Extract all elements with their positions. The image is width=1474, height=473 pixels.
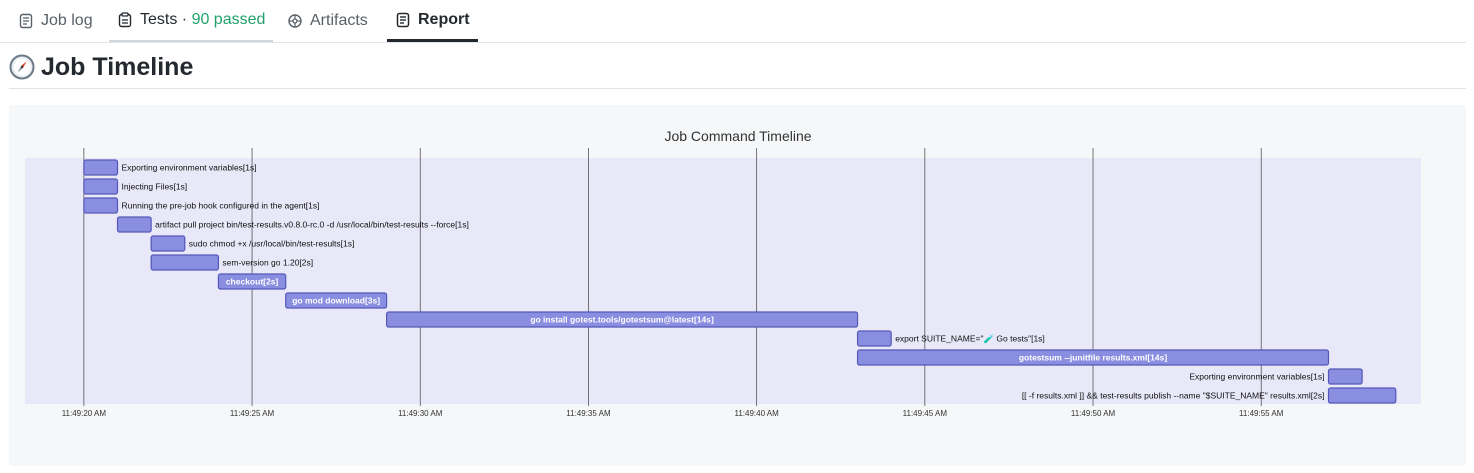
task-bar — [116, 216, 152, 233]
task-label: export SUITE_NAME="🧪 Go tests"[1s] — [895, 334, 1045, 344]
document-icon — [19, 13, 33, 29]
tab-bar: Job log Tests · 90 passed Artifacts Repo… — [0, 0, 1466, 43]
artifact-icon — [288, 14, 302, 28]
report-icon — [396, 12, 410, 27]
clipboard-icon — [118, 12, 132, 28]
page-title-text: Job Timeline — [41, 52, 194, 81]
task-label: Injecting Files[1s] — [122, 182, 188, 192]
x-tick-label: 11:49:25 AM — [230, 409, 275, 418]
compass-icon — [9, 54, 35, 80]
tab-artifacts[interactable]: Artifacts — [287, 0, 368, 42]
timeline-panel: Exporting environment variables[1s] Injec… — [9, 105, 1466, 466]
task-label: checkout[2s] — [226, 277, 279, 287]
x-tick-label: 11:49:35 AM — [566, 409, 611, 418]
x-tick-label: 11:49:55 AM — [1239, 409, 1284, 418]
tab-tests[interactable]: Tests · 90 passed — [109, 0, 274, 42]
task-bar — [83, 197, 119, 214]
task-label: Exporting environment variables[1s] — [1189, 372, 1324, 382]
task-bar — [83, 178, 119, 195]
title-divider — [9, 88, 1466, 89]
tab-tests-label: Tests · 90 passed — [140, 11, 265, 29]
tests-passed-count: 90 passed — [191, 11, 266, 28]
task-label: go mod download[3s] — [292, 296, 380, 306]
tab-job-log[interactable]: Job log — [18, 0, 93, 42]
tab-artifacts-label: Artifacts — [310, 12, 368, 29]
tab-report-label: Report — [418, 10, 470, 28]
task-bar — [83, 159, 119, 176]
x-tick-label: 11:49:45 AM — [903, 409, 948, 418]
x-tick-label: 11:49:40 AM — [734, 409, 779, 418]
x-axis-ticks: 11:49:20 AM 11:49:25 AM 11:49:30 AM 11:49:3… — [62, 409, 1284, 418]
x-tick-label: 11:49:50 AM — [1071, 409, 1116, 418]
task-label: gotestsum --junitfile results.xml[14s] — [1019, 353, 1167, 363]
task-bar — [1327, 387, 1397, 404]
x-tick-label: 11:49:30 AM — [398, 409, 443, 418]
tab-job-log-label: Job log — [41, 12, 93, 29]
tab-report[interactable]: Report — [387, 0, 478, 42]
task-bar — [150, 235, 186, 252]
x-tick-label: 11:49:20 AM — [62, 409, 107, 418]
task-label: [[ -f results.xml ]] && test-results pub… — [1022, 391, 1325, 401]
tab-tests-text: Tests · — [140, 11, 192, 28]
task-label: sem-version go 1.20[2s] — [222, 258, 313, 268]
chart-title: Job Command Timeline — [664, 128, 811, 144]
task-bar — [150, 254, 220, 271]
task-label: Running the pre-job hook configured in t… — [122, 201, 320, 211]
timeline-chart: Exporting environment variables[1s] Injec… — [25, 128, 1421, 418]
task-label: artifact pull project bin/test-results.v… — [155, 220, 469, 230]
task-bar — [856, 330, 892, 347]
page-title: Job Timeline — [9, 50, 193, 84]
task-label: Exporting environment variables[1s] — [122, 163, 257, 173]
task-bar — [1327, 368, 1363, 385]
task-label: sudo chmod +x /usr/local/bin/test-result… — [189, 239, 355, 249]
task-label: go install gotest.tools/gotestsum@latest… — [530, 315, 714, 325]
